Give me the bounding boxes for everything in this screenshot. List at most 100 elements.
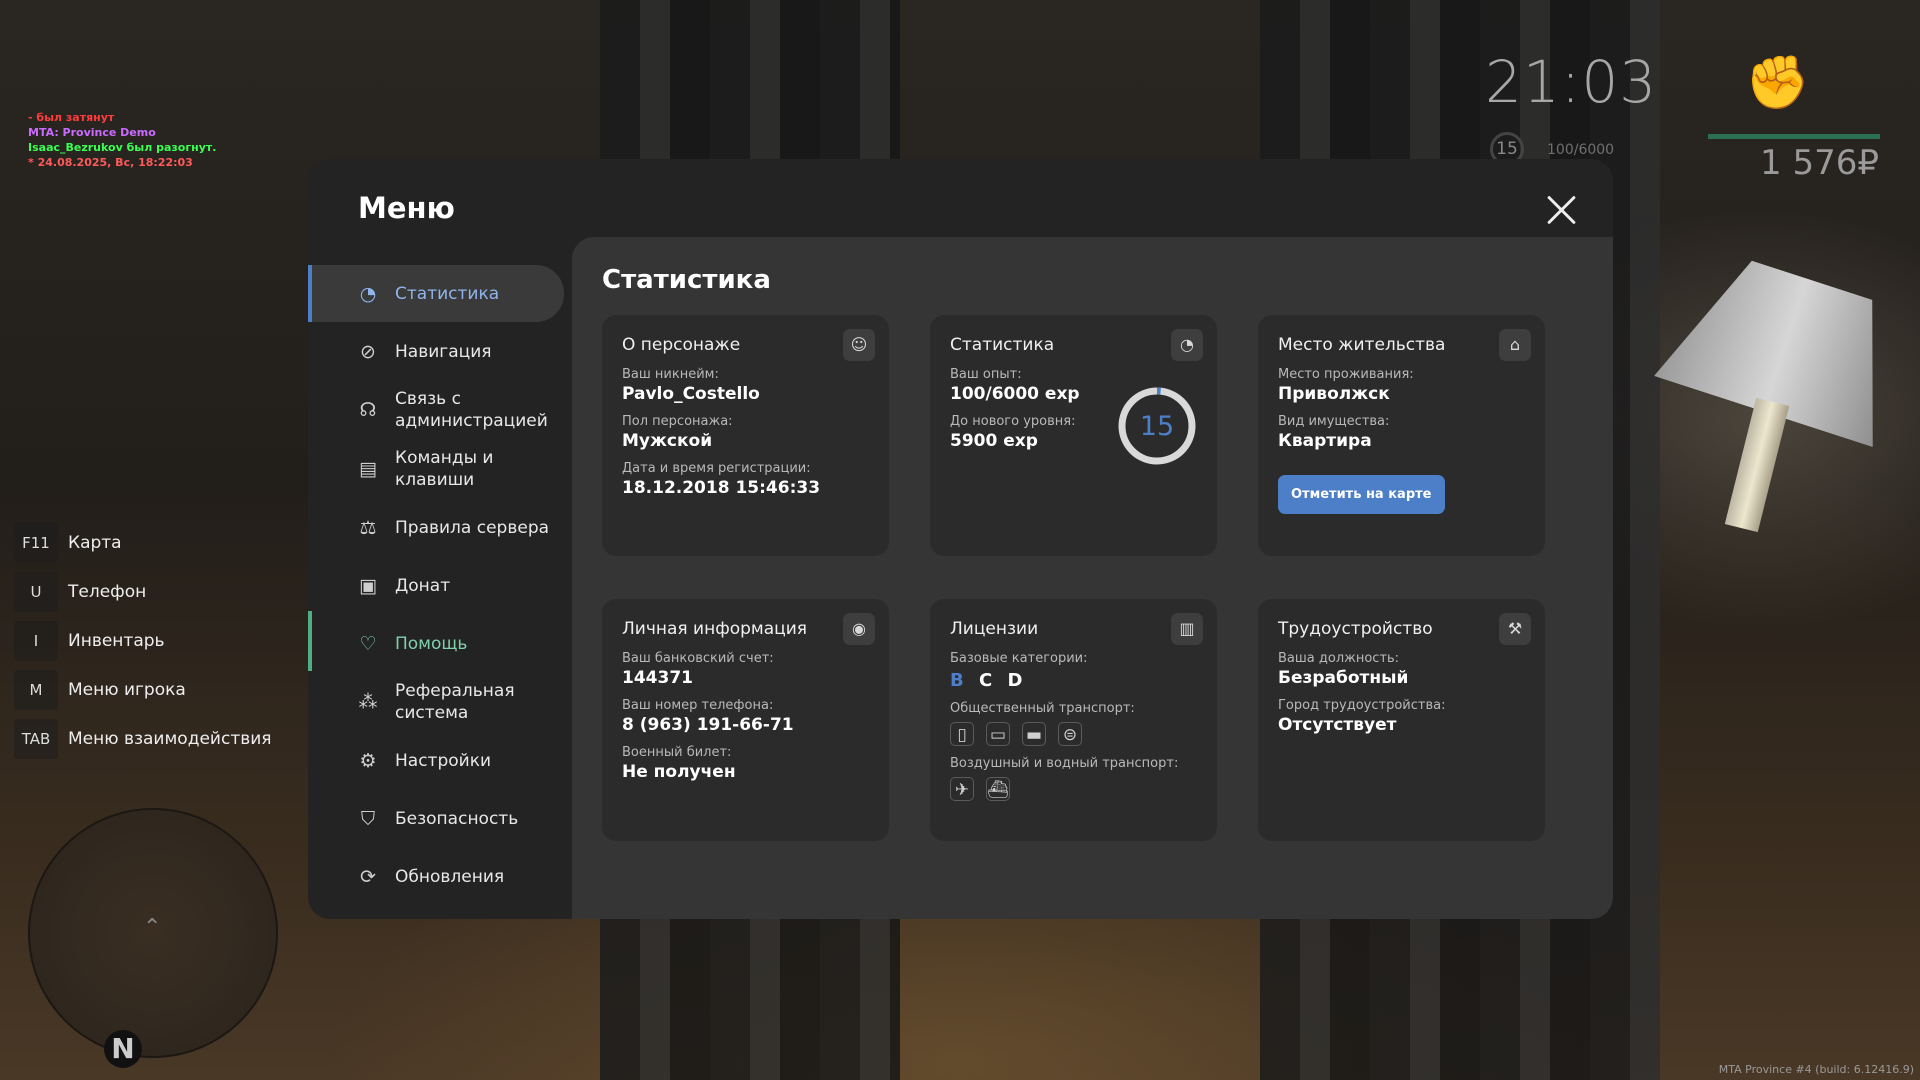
field-label: Город трудоустройства: <box>1278 698 1446 713</box>
trolleybus-icon: ▭ <box>986 722 1010 746</box>
employment-city-value: Отсутствует <box>1278 715 1397 735</box>
menu-window: Меню ◔ Статистика ⊘ Навигация ☊ Связь с … <box>308 159 1613 919</box>
card-title: Трудоустройство <box>1278 619 1433 639</box>
mark-on-map-button[interactable]: Отметить на карте <box>1278 475 1445 514</box>
chat-line: Isaac_Bezrukov был разогнут. <box>28 141 217 154</box>
field-label: Ваш номер телефона: <box>622 698 774 713</box>
nav-label: Обновления <box>395 866 505 887</box>
hotkey-list: F11 Карта U Телефон I Инвентарь M Меню игрок… <box>14 518 272 763</box>
card-residence: Место жительства ⌂ Место проживания: При… <box>1258 315 1545 556</box>
hotkey-inventory[interactable]: I Инвентарь <box>14 616 272 665</box>
nav-item-statistics[interactable]: ◔ Статистика <box>308 265 564 322</box>
home-icon: ⌂ <box>1499 329 1531 361</box>
category-b: B <box>950 670 964 691</box>
card-title: Личная информация <box>622 619 808 639</box>
gear-icon: ⚙ <box>359 749 377 772</box>
close-button[interactable] <box>1545 193 1579 227</box>
user-icon: ☺ <box>843 329 875 361</box>
hud-health-bar <box>1708 134 1880 139</box>
bus-icon: ▯ <box>950 722 974 746</box>
hotkey-key: U <box>14 571 58 612</box>
nav-item-commands[interactable]: ▤ Команды и клавиши <box>308 440 564 498</box>
nav-item-referral[interactable]: ⁂ Реферальная система <box>308 673 564 731</box>
hotkey-phone[interactable]: U Телефон <box>14 567 272 616</box>
field-label: Ваш опыт: <box>950 367 1022 382</box>
hotkey-key: F11 <box>14 522 58 563</box>
gender-value: Мужской <box>622 431 713 451</box>
field-label: Ваш банковский счет: <box>622 651 774 666</box>
hotkey-map[interactable]: F11 Карта <box>14 518 272 567</box>
field-label: Базовые категории: <box>950 651 1088 666</box>
phone-value: 8 (963) 191-66-71 <box>622 715 794 735</box>
chat-line: MTA: Province Demo <box>28 126 156 139</box>
air-water-transport-icons: ✈ ⛴ <box>950 777 1197 801</box>
referral-icon: ⁂ <box>358 691 378 713</box>
hud-clock: 21:03 <box>1485 48 1658 116</box>
hotkey-label: Телефон <box>68 581 147 602</box>
nav-label: Правила сервера <box>395 517 550 538</box>
boat-icon: ⛴ <box>986 777 1010 801</box>
hud-money: 1 576₽ <box>1760 143 1879 183</box>
hotkey-label: Карта <box>68 532 122 553</box>
field-label: Пол персонажа: <box>622 414 733 429</box>
card-title: Лицензии <box>950 619 1039 639</box>
military-value: Не получен <box>622 762 736 782</box>
nav-item-settings[interactable]: ⚙ Настройки <box>308 732 564 789</box>
card-personal: Личная информация ◉ Ваш банковский счет:… <box>602 599 889 841</box>
hotkey-player-menu[interactable]: M Меню игрока <box>14 665 272 714</box>
card-title: Место жительства <box>1278 335 1446 355</box>
document-icon: ▤ <box>359 458 377 480</box>
license-icon: ▥ <box>1171 613 1203 645</box>
nav-label: Навигация <box>395 341 492 362</box>
hammer-icon: ⚒ <box>1499 613 1531 645</box>
hotkey-key: M <box>14 669 58 710</box>
nav-item-security[interactable]: ⛉ Безопасность <box>308 790 564 847</box>
lamp-base <box>1724 397 1790 533</box>
headset-icon: ☊ <box>359 399 377 421</box>
public-transport-icons: ▯ ▭ ▬ ⊜ <box>950 722 1197 746</box>
residence-value: Приволжск <box>1278 384 1390 404</box>
nav-item-updates[interactable]: ⟳ Обновления <box>308 848 564 905</box>
property-value: Квартира <box>1278 431 1372 451</box>
hotkey-key: I <box>14 620 58 661</box>
airplane-icon: ✈ <box>950 777 974 801</box>
heart-hands-icon: ♡ <box>359 632 377 655</box>
field-label: Военный билет: <box>622 745 732 760</box>
fist-icon: ✊ <box>1745 53 1810 113</box>
category-d: D <box>1007 670 1023 691</box>
category-c: C <box>979 670 993 691</box>
field-label: Воздушный и водный транспорт: <box>950 756 1179 771</box>
nav-item-navigation[interactable]: ⊘ Навигация <box>308 323 564 380</box>
hotkey-label: Меню игрока <box>68 679 186 700</box>
bank-account-value: 144371 <box>622 668 693 688</box>
license-categories: B C D <box>950 670 1197 691</box>
level-ring: 15 <box>1118 387 1196 465</box>
nav-label: Настройки <box>395 750 492 771</box>
subway-icon: ⊜ <box>1058 722 1082 746</box>
registration-value: 18.12.2018 15:46:33 <box>622 478 821 498</box>
hotkey-label: Инвентарь <box>68 630 165 651</box>
nav-item-admin-contact[interactable]: ☊ Связь с администрацией <box>308 381 564 439</box>
hotkey-label: Меню взаимодействия <box>68 728 272 749</box>
nav-label: Реферальная система <box>395 681 515 723</box>
scales-icon: ⚖ <box>359 516 377 539</box>
card-title: О персонаже <box>622 335 741 355</box>
shield-icon: ⛉ <box>360 807 376 830</box>
nickname-value: Pavlo_Costello <box>622 384 760 404</box>
north-marker: N <box>104 1030 142 1068</box>
nav-item-rules[interactable]: ⚖ Правила сервера <box>308 499 564 556</box>
nav-item-donate[interactable]: ▣ Донат <box>308 557 564 614</box>
user-circle-icon: ◉ <box>843 613 875 645</box>
nav-label: Безопасность <box>395 808 519 829</box>
content-panel: Статистика О персонаже ☺ Ваш никнейм: Pa… <box>572 237 1613 919</box>
field-label: Ваш никнейм: <box>622 367 719 382</box>
card-employment: Трудоустройство ⚒ Ваша должность: Безраб… <box>1258 599 1545 841</box>
hotkey-interaction-menu[interactable]: TAB Меню взаимодействия <box>14 714 272 763</box>
position-value: Безработный <box>1278 668 1409 688</box>
chat-line: * 24.08.2025, Вс, 18:22:03 <box>28 156 193 169</box>
nav-item-help[interactable]: ♡ Помощь <box>308 611 564 672</box>
nav-label: Помощь <box>395 633 468 654</box>
nav-label: Команды и клавиши <box>395 448 494 490</box>
card-licenses: Лицензии ▥ Базовые категории: B C D Обще… <box>930 599 1217 841</box>
field-label: Дата и время регистрации: <box>622 461 811 476</box>
